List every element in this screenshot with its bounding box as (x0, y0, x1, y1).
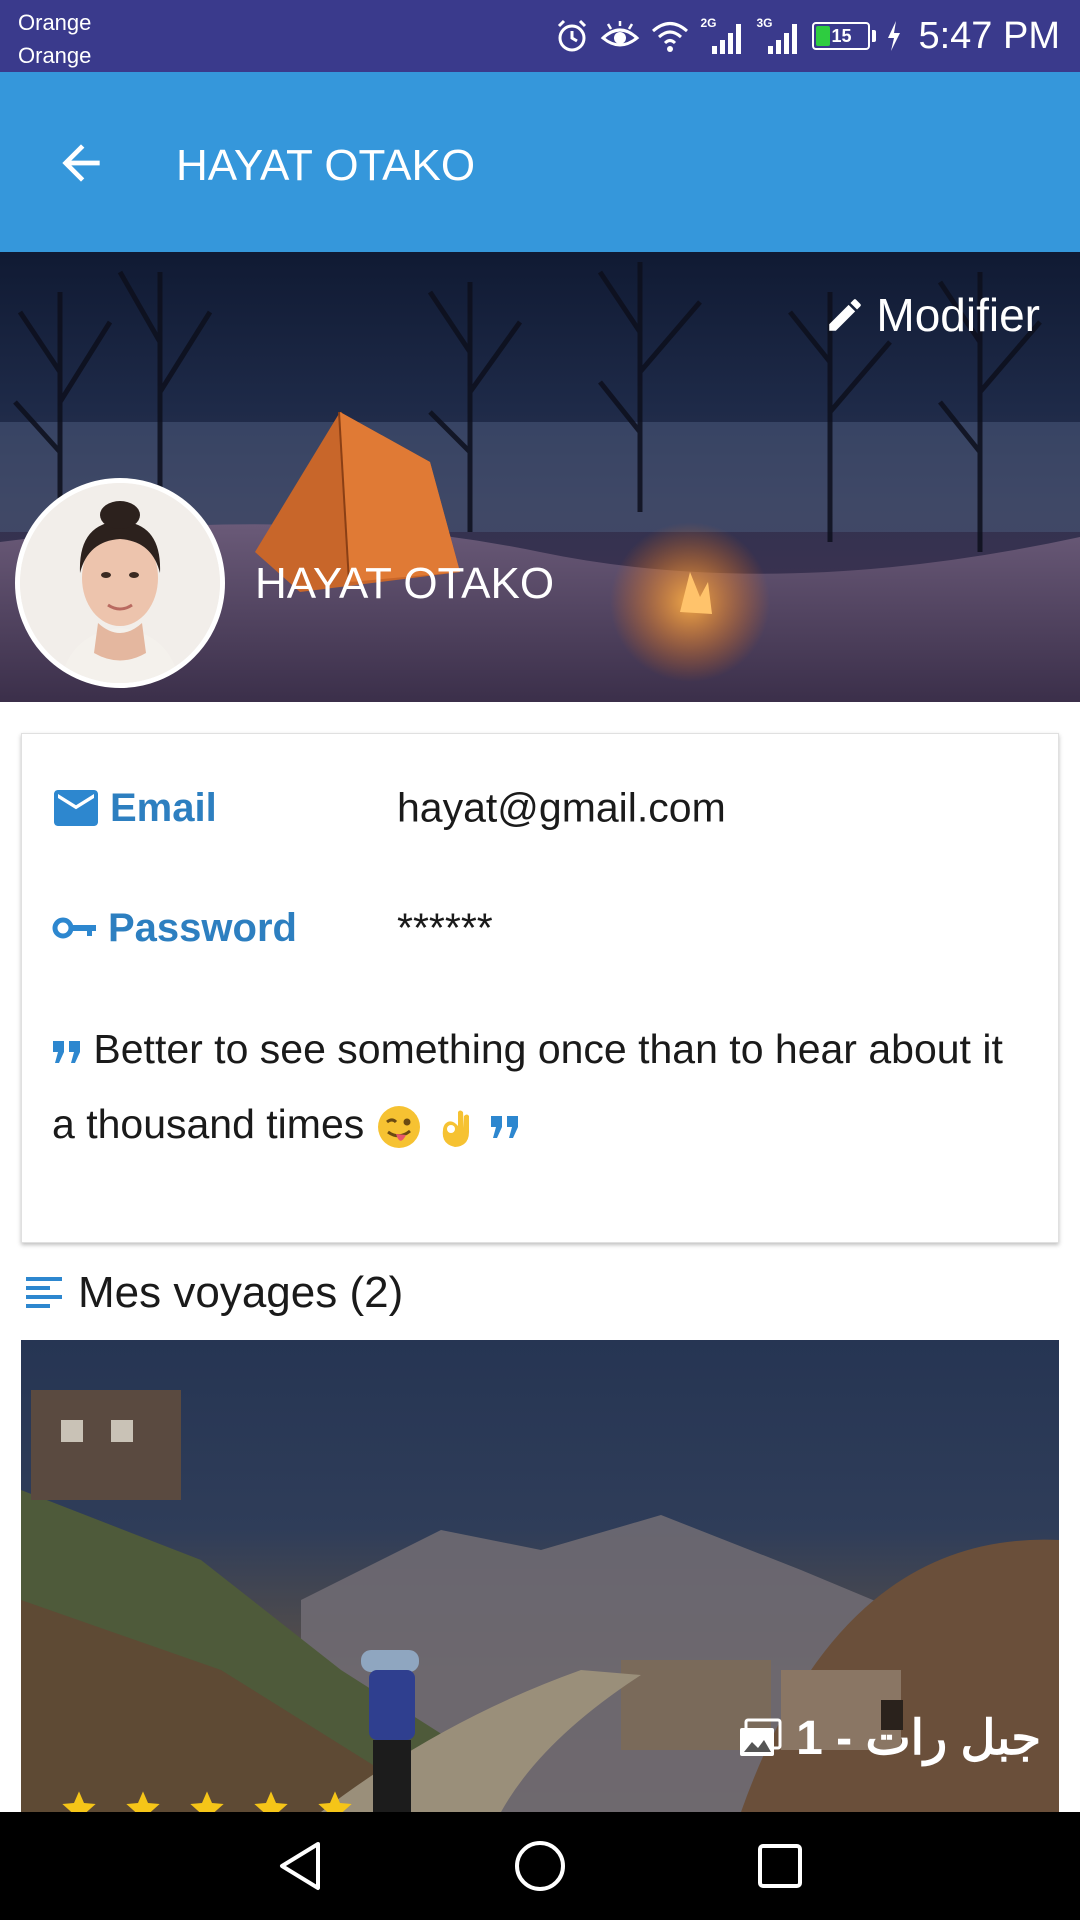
battery-level: 15 (831, 25, 852, 46)
trip-title: جبل رات - 1 (796, 1712, 1041, 1765)
network-1-label: 2G (700, 16, 717, 30)
edit-profile-button[interactable]: Modifier (824, 288, 1040, 342)
star-icon (190, 1791, 224, 1812)
email-row: Email hayat@gmail.com (52, 768, 1032, 848)
alarm-icon (558, 19, 587, 52)
signal-1-icon: 2G (700, 16, 746, 56)
mail-icon (54, 790, 98, 826)
trips-header: Mes voyages (2) (24, 1265, 403, 1321)
nav-recents-icon[interactable] (750, 1836, 810, 1896)
profile-quote: Better to see something once than to hea… (52, 1012, 1032, 1162)
carrier-label-1: Orange (18, 10, 92, 35)
edit-label: Modifier (876, 289, 1040, 341)
status-icons: 2G 3G 15 5:47 PM (554, 0, 1060, 72)
ok-hand-emoji-icon (442, 1110, 470, 1148)
star-icon (62, 1791, 96, 1812)
avatar-photo (20, 483, 220, 683)
trip-caption: جبل رات - 1 (738, 1710, 1041, 1766)
profile-info-card: Email hayat@gmail.com Password ****** Be… (21, 733, 1059, 1243)
battery-fill (816, 26, 831, 46)
key-icon (52, 917, 96, 939)
clock: 5:47 PM (918, 14, 1060, 57)
back-button[interactable] (40, 122, 122, 204)
pencil-icon (829, 299, 862, 331)
password-label: Password (108, 905, 297, 950)
wifi-icon (652, 22, 689, 52)
eye-icon (601, 21, 640, 47)
battery-icon: 15 (812, 22, 871, 50)
gallery-icon (740, 1718, 782, 1756)
star-icon (318, 1791, 352, 1812)
winking-tongue-emoji-icon (377, 1106, 420, 1149)
nav-home-icon[interactable] (510, 1836, 570, 1896)
carrier-labels: Orange Orange (18, 6, 91, 72)
charging-icon (888, 21, 901, 51)
trips-title: Mes voyages (2) (78, 1268, 404, 1317)
network-2-label: 3G (756, 16, 773, 30)
nav-back-icon[interactable] (270, 1836, 330, 1896)
email-label-group: Email (52, 786, 217, 831)
star-icon (254, 1791, 288, 1812)
trip-rating (59, 1788, 355, 1812)
star-icon (126, 1791, 160, 1812)
avatar[interactable] (15, 478, 225, 688)
quote-text: Better to see something once than to hea… (52, 1026, 1003, 1147)
carrier-label-2: Orange (18, 43, 92, 68)
system-nav-bar (0, 1812, 1080, 1920)
page-title: HAYAT OTAKO (176, 141, 476, 190)
app-bar: HAYAT OTAKO (0, 72, 1080, 252)
email-label: Email (110, 785, 217, 830)
quote-open-icon (53, 1041, 80, 1064)
battery-cap (872, 30, 877, 42)
quote-close-icon (491, 1116, 519, 1139)
arrow-back-icon (62, 144, 100, 182)
status-bar: Orange Orange 2G 3G 15 5:47 PM (0, 0, 1080, 72)
profile-name: HAYAT OTAKO (255, 559, 555, 608)
email-value: hayat@gmail.com (397, 784, 726, 831)
password-label-group: Password (52, 906, 297, 951)
profile-cover: Modifier HAYAT OTAKO (0, 252, 1080, 702)
password-value: ****** (397, 904, 493, 951)
trip-card[interactable]: جبل رات - 1 (21, 1340, 1059, 1812)
password-row: Password ****** (52, 888, 1032, 968)
list-icon (26, 1277, 62, 1308)
signal-2-icon: 3G (756, 16, 802, 56)
